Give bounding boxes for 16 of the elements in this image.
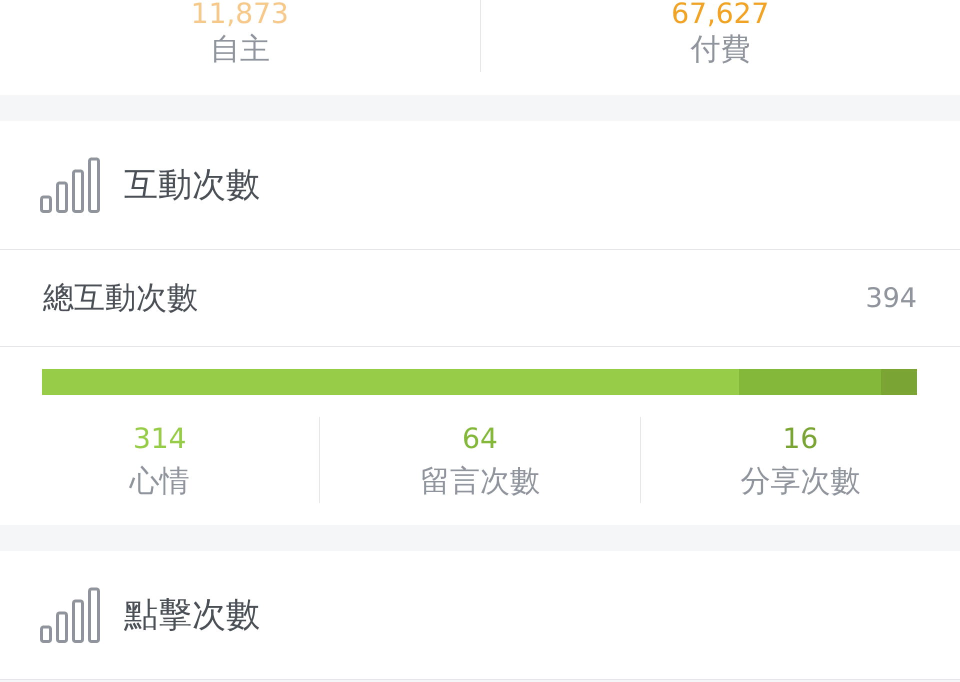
total-value: 394 (865, 282, 917, 314)
bar-chart-icon (40, 587, 100, 643)
stat-value: 314 (132, 421, 186, 457)
section-title: 互動次數 (124, 164, 260, 207)
stat-label: 留言次數 (420, 463, 540, 501)
stat-label: 分享次數 (740, 463, 860, 501)
section-title: 點擊次數 (124, 594, 260, 637)
stat-value: 67,627 (671, 0, 770, 28)
stat-label: 付費 (690, 31, 750, 69)
stat-value: 64 (462, 421, 498, 457)
stat-value: 16 (782, 421, 818, 457)
total-label: 總互動次數 (43, 279, 198, 318)
bar-chart-icon (40, 157, 100, 213)
stat-label: 心情 (130, 463, 190, 501)
stat-label: 自主 (210, 31, 270, 69)
stat-value: 11,873 (190, 0, 289, 28)
